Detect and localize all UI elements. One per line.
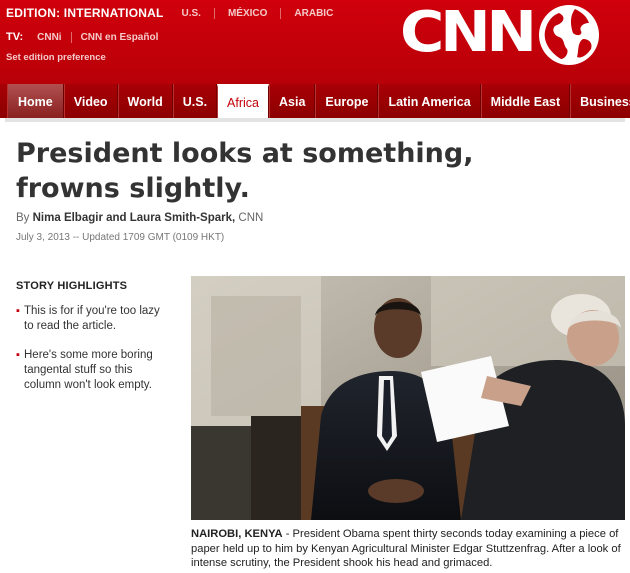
- highlight-item: ▪ Here's some more boring tangental stuff…: [16, 348, 166, 393]
- edition-link-mexico[interactable]: MÉXICO: [213, 7, 280, 19]
- byline-authors[interactable]: Nima Elbagir and Laura Smith-Spark,: [33, 212, 236, 224]
- nav-item-asia[interactable]: Asia: [269, 84, 316, 118]
- tv-link-espanol[interactable]: CNN en Español: [70, 31, 168, 43]
- site-header: EDITION: INTERNATIONAL U.S. MÉXICO ARABI…: [0, 0, 630, 84]
- globe-icon: [539, 5, 599, 65]
- nav-item-home[interactable]: Home: [7, 84, 64, 118]
- main-nav: Home Video World U.S. Africa Asia Europe Latin …: [0, 84, 630, 118]
- tv-label: TV:: [6, 31, 24, 43]
- nav-divider: [5, 118, 625, 122]
- tv-bar: TV: CNNi CNN en Español: [6, 31, 167, 43]
- edition-bar: EDITION: INTERNATIONAL U.S. MÉXICO ARABI…: [6, 6, 346, 20]
- nav-item-u-s-[interactable]: U.S.: [172, 84, 218, 118]
- story-highlights-title: STORY HIGHLIGHTS: [16, 280, 128, 292]
- edition-link-us[interactable]: U.S.: [164, 8, 214, 19]
- cnn-logo[interactable]: CNN: [400, 0, 537, 66]
- nav-item-video[interactable]: Video: [63, 84, 118, 118]
- nav-item-world[interactable]: World: [117, 84, 173, 118]
- nav-list: Home Video World U.S. Africa Asia Europe Latin …: [7, 84, 630, 118]
- highlight-text: Here's some more boring tangental stuff …: [24, 349, 153, 391]
- article-dateline: July 3, 2013 -- Updated 1709 GMT (0109 H…: [16, 232, 225, 243]
- story-highlights-list: ▪ This is for if you're too lazy to read …: [16, 304, 166, 407]
- byline: By Nima Elbagir and Laura Smith-Spark, C…: [16, 212, 263, 224]
- byline-prefix: By: [16, 212, 33, 224]
- nav-item-business[interactable]: Business: [570, 84, 630, 118]
- nav-item-africa[interactable]: Africa: [217, 84, 269, 118]
- bullet-icon: ▪: [16, 305, 20, 317]
- photo-illustration: [191, 276, 625, 520]
- highlight-text: This is for if you're too lazy to read t…: [24, 305, 160, 332]
- tv-link-cnni[interactable]: CNNi: [37, 32, 70, 43]
- edition-link-arabic[interactable]: ARABIC: [280, 7, 346, 19]
- caption-location: NAIROBI, KENYA: [191, 528, 283, 540]
- article-photo[interactable]: [191, 276, 625, 520]
- highlight-item: ▪ This is for if you're too lazy to read …: [16, 304, 166, 334]
- article-headline: President looks at something, frowns sli…: [16, 138, 474, 204]
- nav-item-middle-east[interactable]: Middle East: [480, 84, 571, 118]
- set-edition-link[interactable]: Set edition preference: [6, 52, 106, 63]
- byline-source: CNN: [235, 212, 264, 224]
- nav-item-europe[interactable]: Europe: [315, 84, 379, 118]
- photo-caption: NAIROBI, KENYA - President Obama spent t…: [191, 527, 625, 571]
- bullet-icon: ▪: [16, 349, 20, 361]
- nav-item-latin-america[interactable]: Latin America: [378, 84, 481, 118]
- edition-label: EDITION: INTERNATIONAL: [6, 6, 164, 20]
